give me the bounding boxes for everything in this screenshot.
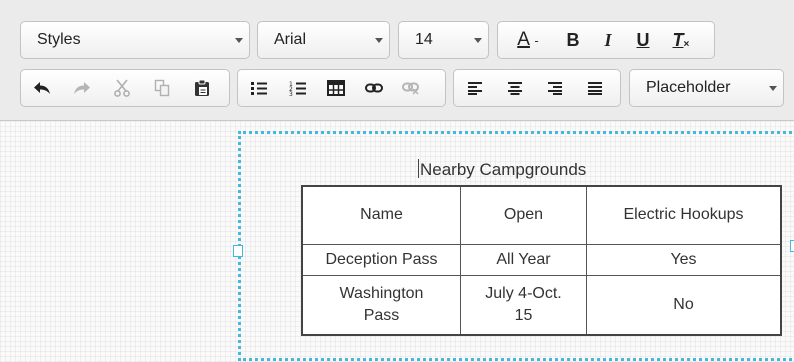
svg-text:3: 3 bbox=[289, 91, 293, 96]
align-right-button[interactable] bbox=[540, 70, 570, 106]
chevron-down-icon bbox=[769, 86, 777, 91]
redo-icon bbox=[74, 82, 90, 94]
justify-button[interactable] bbox=[580, 70, 610, 106]
align-center-button[interactable] bbox=[500, 70, 530, 106]
table-row: Deception Pass All Year Yes bbox=[301, 243, 782, 276]
remove-x-icon: × bbox=[683, 38, 690, 50]
table-header-cell[interactable]: Name bbox=[301, 185, 461, 245]
scissors-icon bbox=[114, 79, 130, 97]
table-cell[interactable]: Yes bbox=[586, 243, 782, 276]
placeholder-label: Placeholder bbox=[646, 79, 731, 96]
alignment-group bbox=[453, 69, 621, 107]
text-cursor bbox=[418, 159, 419, 178]
campgrounds-table[interactable]: Name Open Electric Hookups Deception Pas… bbox=[301, 185, 782, 336]
table-header-cell[interactable]: Open bbox=[460, 185, 587, 245]
cut-button[interactable] bbox=[107, 70, 137, 106]
insert-group: 1 2 3 bbox=[237, 69, 446, 107]
table-caption-text: Nearby Campgrounds bbox=[420, 160, 587, 179]
editor-toolbar: Styles Arial 14 A - B I U T × 1 2 3 Plac… bbox=[0, 0, 794, 121]
undo-button[interactable] bbox=[27, 70, 57, 106]
table-caption[interactable]: Nearby Campgrounds bbox=[418, 159, 638, 180]
text-color-glyph: A bbox=[517, 29, 530, 50]
placeholder-dropdown[interactable]: Placeholder bbox=[629, 69, 784, 107]
align-center-icon bbox=[508, 82, 522, 95]
table-cell[interactable]: All Year bbox=[460, 243, 587, 276]
chevron-down-icon bbox=[474, 38, 482, 43]
table-cell[interactable]: Washington Pass bbox=[301, 274, 461, 336]
copy-icon bbox=[154, 79, 170, 97]
text-color-button[interactable]: A - bbox=[508, 22, 548, 58]
resize-handle-left[interactable] bbox=[233, 245, 243, 257]
chevron-down-icon bbox=[235, 38, 243, 43]
insert-link-button[interactable] bbox=[359, 70, 389, 106]
table-cell[interactable]: Deception Pass bbox=[301, 243, 461, 276]
link-icon bbox=[365, 83, 383, 93]
styles-dropdown[interactable]: Styles bbox=[20, 21, 250, 59]
align-left-icon bbox=[468, 82, 482, 95]
font-size-label: 14 bbox=[415, 31, 433, 48]
table-header-row: Name Open Electric Hookups bbox=[301, 185, 782, 245]
underline-button[interactable]: U bbox=[628, 22, 658, 58]
remove-link-button[interactable] bbox=[396, 70, 426, 106]
table-icon bbox=[327, 80, 345, 96]
bullet-list-icon bbox=[251, 82, 267, 95]
justify-icon bbox=[588, 82, 602, 95]
insert-table-button[interactable] bbox=[321, 70, 351, 106]
edit-group bbox=[20, 69, 230, 107]
dash-icon: - bbox=[534, 33, 539, 48]
font-size-dropdown[interactable]: 14 bbox=[398, 21, 489, 59]
align-right-icon bbox=[548, 82, 562, 95]
clear-formatting-glyph: T bbox=[672, 29, 684, 50]
clear-formatting-button[interactable]: T × bbox=[663, 22, 693, 58]
resize-handle-right[interactable] bbox=[790, 240, 794, 252]
table-cell[interactable]: No bbox=[586, 274, 782, 336]
redo-button[interactable] bbox=[67, 70, 97, 106]
styles-dropdown-label: Styles bbox=[37, 31, 81, 48]
align-left-button[interactable] bbox=[460, 70, 490, 106]
bold-button[interactable]: B bbox=[558, 22, 588, 58]
bold-glyph: B bbox=[566, 29, 580, 50]
chevron-down-icon bbox=[375, 38, 383, 43]
font-family-label: Arial bbox=[274, 31, 307, 48]
bulleted-list-button[interactable] bbox=[244, 70, 274, 106]
underline-glyph: U bbox=[636, 29, 650, 50]
numbered-list-button[interactable]: 1 2 3 bbox=[283, 70, 313, 106]
font-family-dropdown[interactable]: Arial bbox=[257, 21, 390, 59]
table-cell[interactable]: July 4-Oct. 15 bbox=[460, 274, 587, 336]
undo-icon bbox=[34, 82, 50, 94]
format-group: A - B I U T × bbox=[497, 21, 715, 59]
numbered-list-icon: 1 2 3 bbox=[289, 81, 306, 96]
table-header-cell[interactable]: Electric Hookups bbox=[586, 185, 782, 245]
clipboard-icon bbox=[195, 79, 209, 96]
italic-glyph: I bbox=[604, 29, 612, 50]
paste-button[interactable] bbox=[187, 70, 217, 106]
copy-button[interactable] bbox=[147, 70, 177, 106]
table-row: Washington Pass July 4-Oct. 15 No bbox=[301, 274, 782, 336]
italic-button[interactable]: I bbox=[593, 22, 623, 58]
unlink-icon bbox=[402, 82, 419, 95]
